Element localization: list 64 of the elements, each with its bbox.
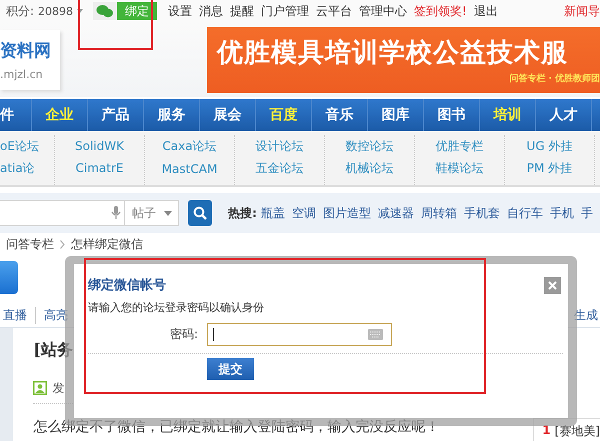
breadcrumb-link[interactable]: 怎样绑定微信 [71, 236, 143, 252]
forum-link[interactable]: oE论坛 [0, 138, 39, 154]
hot-search-label: 热搜: [228, 204, 257, 222]
top-link[interactable]: 退出 [474, 2, 498, 20]
forum-link[interactable]: 设计论坛 [256, 138, 304, 154]
forum-link[interactable]: MastCAM [162, 162, 218, 176]
hot-search-link[interactable]: 手机 [550, 204, 574, 222]
hot-search-link[interactable]: 手 [580, 204, 593, 222]
avatar-icon[interactable] [33, 381, 48, 395]
forum-link[interactable]: 五金论坛 [256, 160, 304, 176]
forum-link[interactable]: UG 外挂 [526, 138, 572, 154]
search-field[interactable] [0, 200, 125, 226]
forum-link[interactable]: 优胜专栏 [436, 138, 484, 154]
dialog-prompt: 请输入您的论坛登录密码以确认身份 [88, 300, 265, 315]
keyboard-icon[interactable] [368, 329, 383, 340]
search-scope-select[interactable]: 帖子 [124, 200, 179, 226]
dialog-title: 绑定微信帐号 [88, 276, 166, 294]
author-label: 发 [52, 380, 64, 396]
search-icon [192, 206, 207, 220]
close-icon [548, 280, 557, 290]
breadcrumb-link[interactable]: 问答专栏 [6, 236, 54, 252]
forum-link[interactable]: atia论 [0, 160, 35, 176]
post-text: 怎么绑定不了微信，已绑定就让输入登陆密码，输入完没反应呢！ [33, 418, 440, 436]
points-label: 积分: [6, 2, 34, 20]
search-button[interactable] [188, 200, 212, 226]
hot-search-link[interactable]: 瓶盖 [260, 204, 285, 222]
top-link[interactable]: 云平台 [316, 2, 352, 20]
banner[interactable]: 优胜模具培训学校公益技术服 问答专栏 · 优胜教师团 [207, 26, 600, 92]
logo[interactable]: 资料网 .mjzl.cn [0, 30, 60, 90]
forum-link[interactable]: 鞋模论坛 [436, 160, 484, 176]
forum-link[interactable]: CimatrE [76, 161, 124, 175]
hot-search-link[interactable]: 减速器 [378, 204, 414, 222]
forum-link[interactable]: Caxa论坛 [162, 138, 217, 156]
chevron-icon [60, 240, 65, 248]
generate-link[interactable]: 生成 [574, 306, 598, 324]
points-value[interactable]: 20898 [38, 4, 74, 18]
hot-search-link[interactable]: 自行车 [506, 204, 543, 222]
hot-search-link[interactable]: 图片造型 [322, 204, 371, 222]
hot-search-link[interactable]: 空调 [292, 204, 316, 222]
rank-number: 1 [542, 423, 551, 439]
chat-bubbles-icon [96, 4, 114, 18]
password-field[interactable] [207, 323, 392, 346]
forum-link[interactable]: 数控论坛 [346, 138, 394, 154]
post-title: [站务 [33, 340, 73, 361]
top-link[interactable]: 门户管理 [261, 2, 310, 20]
filter-tab[interactable]: 直播 [3, 306, 36, 324]
forum-link[interactable]: 机械论坛 [346, 160, 394, 176]
submit-button[interactable]: 提交 [207, 358, 254, 380]
sidebar-link[interactable]: [赛地美] [554, 423, 600, 440]
top-link[interactable]: 提醒 [230, 2, 254, 20]
top-link[interactable]: 管理中心 [359, 2, 408, 20]
password-label: 密码: [168, 326, 199, 343]
caret-icon[interactable] [77, 9, 84, 13]
top-link[interactable]: 签到领奖! [414, 2, 467, 20]
forum-link[interactable]: SolidWK [75, 139, 124, 153]
post-button[interactable] [0, 261, 18, 294]
top-link[interactable]: 设置 [168, 2, 192, 20]
hot-search-link[interactable]: 周转箱 [420, 204, 457, 222]
news-nav-link[interactable]: 新闻导 [564, 2, 600, 20]
forum-link[interactable]: PM 外挂 [526, 160, 572, 176]
microphone-icon[interactable] [110, 206, 121, 220]
hot-search-link[interactable]: 手机套 [464, 204, 500, 222]
close-button[interactable] [544, 276, 561, 294]
top-link[interactable]: 消息 [199, 2, 224, 20]
